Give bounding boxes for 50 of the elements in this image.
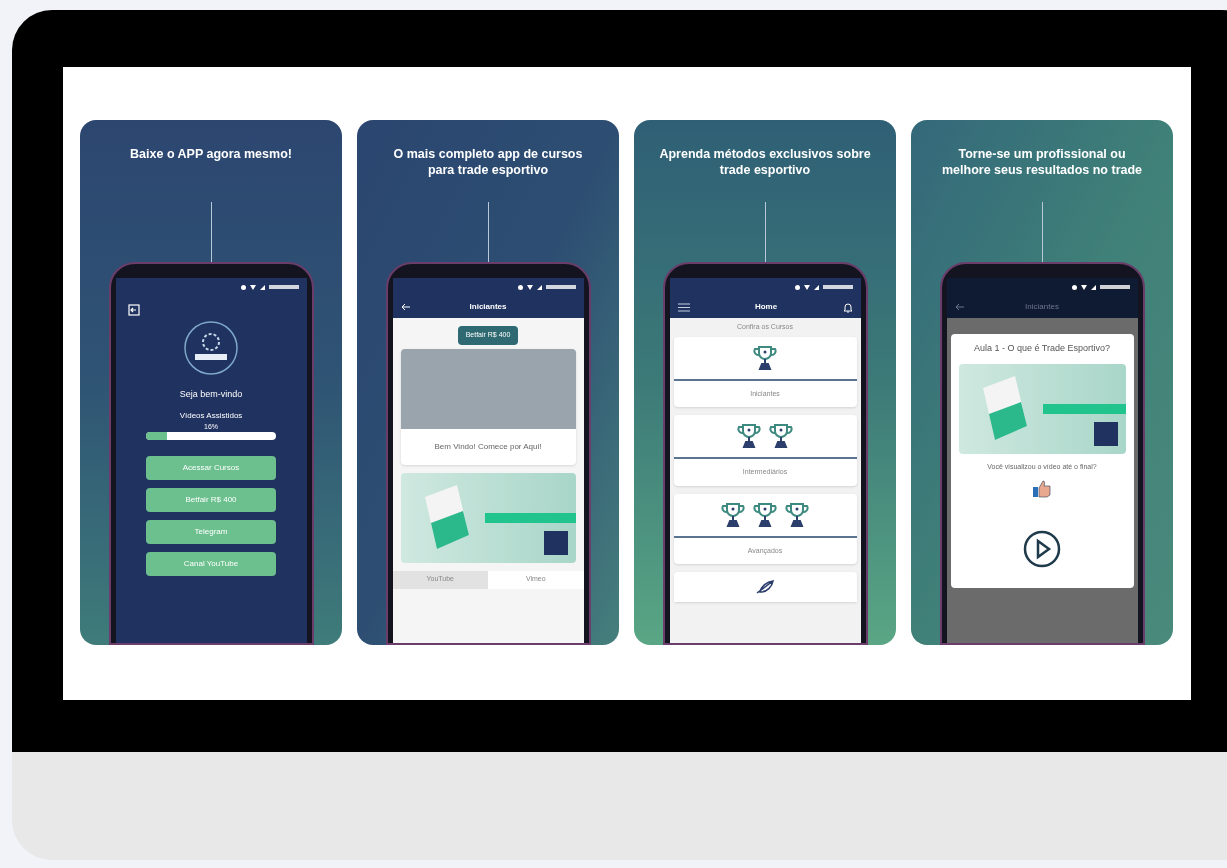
thumbs-up-icon[interactable] <box>1032 480 1052 498</box>
connector-line <box>1041 202 1043 262</box>
progress-label: Vídeos Assistidos <box>179 409 243 422</box>
menu-button[interactable]: Acessar Cursos <box>146 456 276 480</box>
menu-button[interactable]: Telegram <box>146 520 276 544</box>
eye-icon <box>240 284 246 290</box>
feather-icon <box>755 580 775 594</box>
signal-icon <box>536 284 542 290</box>
trophy-icon <box>769 423 793 449</box>
battery-icon <box>1099 285 1130 289</box>
battery-icon <box>545 285 576 289</box>
logo-tile <box>543 530 568 555</box>
play-button-icon[interactable] <box>1023 530 1061 568</box>
logout-icon[interactable] <box>127 304 140 316</box>
wifi-icon <box>526 284 533 290</box>
connector-line <box>210 202 212 262</box>
menu-icon[interactable] <box>677 302 690 312</box>
screen-title: Home <box>753 301 779 313</box>
signal-icon <box>1090 284 1096 290</box>
dialog-title: Aula 1 - O que é Trade Esportivo? <box>973 342 1111 355</box>
trophy-icon <box>737 423 761 449</box>
wifi-icon <box>803 284 810 290</box>
signal-icon <box>813 284 819 290</box>
wifi-icon <box>1080 284 1087 290</box>
card-headline: Baixe o APP agora mesmo! <box>129 146 293 163</box>
card-headline: Torne-se um profissional ou melhore seus resultados no trade <box>940 146 1144 179</box>
trophy-icon <box>753 344 777 371</box>
menu-button[interactable]: Betfair R$ 400 <box>146 488 276 512</box>
card-headline: O mais completo app de cursos para trade esportivo <box>392 146 584 179</box>
logo-icon <box>183 320 239 376</box>
screen-title: Iniciantes <box>468 301 508 313</box>
battery-icon <box>268 285 299 289</box>
video-caption: Bem Vindo! Comece por Aqui! <box>434 440 542 453</box>
eye-icon <box>794 284 800 290</box>
logo-tile <box>1093 421 1118 446</box>
trophy-icon <box>785 501 809 528</box>
menu-button[interactable]: Canal YouTube <box>146 552 276 576</box>
signal-icon <box>259 284 265 290</box>
eye-icon <box>517 284 523 290</box>
eye-icon <box>1071 284 1077 290</box>
welcome-text: Seja bem-vindo <box>179 388 243 401</box>
wifi-icon <box>249 284 256 290</box>
bell-icon[interactable] <box>842 301 853 313</box>
trophy-icon <box>753 501 777 528</box>
screen-title: Iniciantes <box>1024 301 1060 313</box>
card-headline: Aprenda métodos exclusivos sobre trade esportivo <box>658 146 872 179</box>
connector-line <box>487 202 489 262</box>
battery-icon <box>822 285 853 289</box>
connector-line <box>764 202 766 262</box>
trophy-icon <box>721 501 745 528</box>
